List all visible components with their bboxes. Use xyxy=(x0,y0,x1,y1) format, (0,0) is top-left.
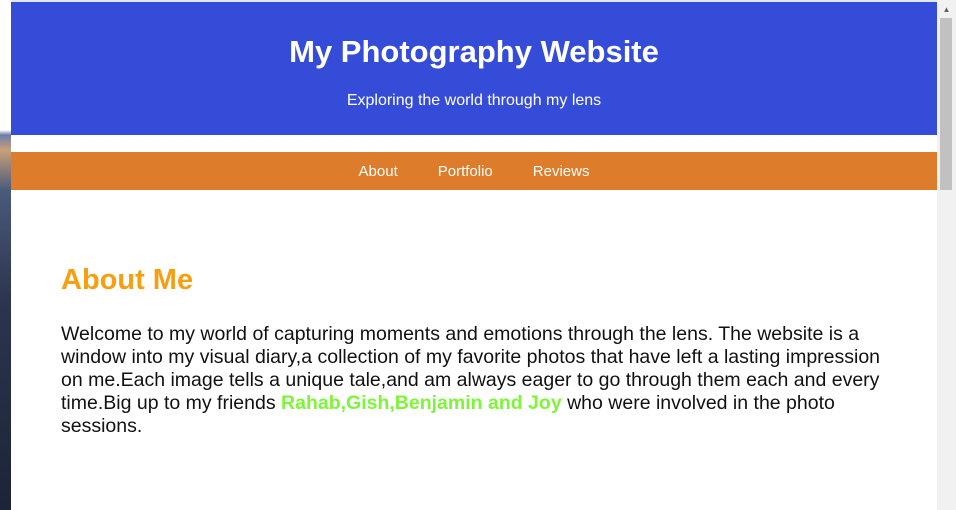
about-paragraph: Welcome to my world of capturing moments… xyxy=(61,323,891,438)
friends-names: Rahab,Gish,Benjamin and Joy xyxy=(281,392,562,414)
header-spacer xyxy=(11,135,937,152)
scrollbar-thumb[interactable] xyxy=(940,18,952,190)
page-frame: My Photography Website Exploring the wor… xyxy=(11,0,937,510)
nav-link-reviews[interactable]: Reviews xyxy=(513,163,610,180)
nav-link-portfolio[interactable]: Portfolio xyxy=(418,163,513,180)
site-header: My Photography Website Exploring the wor… xyxy=(11,2,937,135)
chevron-up-icon[interactable]: ▲ xyxy=(937,0,956,18)
vertical-scrollbar[interactable]: ▲ xyxy=(937,0,956,510)
about-heading: About Me xyxy=(61,264,194,296)
nav-link-about[interactable]: About xyxy=(339,163,418,180)
site-subtitle: Exploring the world through my lens xyxy=(346,92,602,109)
main-nav: About Portfolio Reviews xyxy=(11,152,937,190)
site-title: My Photography Website xyxy=(289,34,659,69)
